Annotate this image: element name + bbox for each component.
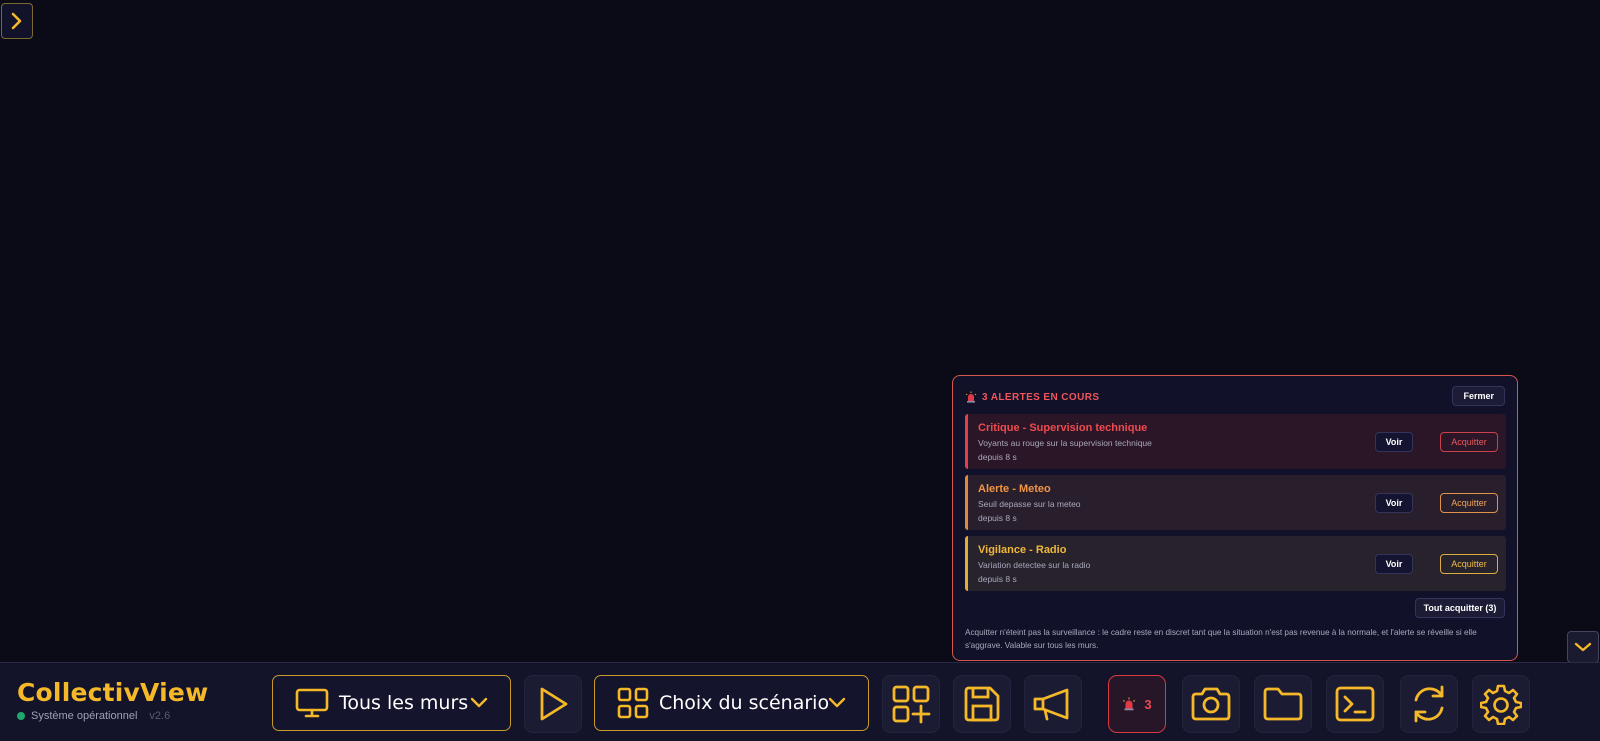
alarms-button[interactable]: 3	[1108, 675, 1166, 733]
view-alert-button[interactable]: Voir	[1375, 432, 1413, 452]
scenario-dropdown[interactable]: Choix du scénario	[594, 675, 869, 731]
play-icon	[540, 687, 568, 721]
alerts-note: Acquitter n'éteint pas la surveillance :…	[965, 628, 1477, 650]
brand: CollectivView Système opérationnel v2.6	[17, 678, 208, 722]
acknowledge-alert-button[interactable]: Acquitter	[1440, 432, 1498, 452]
save-icon	[964, 686, 1000, 722]
save-button[interactable]	[953, 675, 1011, 733]
brand-name: CollectivView	[17, 678, 209, 707]
grid-icon	[617, 687, 649, 719]
monitor-icon	[295, 688, 329, 718]
refresh-icon	[1414, 685, 1444, 723]
terminal-icon	[1335, 686, 1375, 722]
collapse-toolbar-button[interactable]	[1567, 631, 1599, 663]
alarm-count: 3	[1144, 696, 1152, 712]
alert-item-warning: Alerte - Meteo Seuil depasse sur la mete…	[965, 475, 1506, 530]
system-status: Système opérationnel v2.6	[17, 710, 208, 722]
alerts-header: 3 ALERTES EN COURS	[965, 389, 1099, 405]
siren-icon	[965, 391, 977, 403]
status-text: Système opérationnel	[31, 710, 138, 722]
chevron-down-icon	[828, 697, 846, 708]
chevron-down-icon	[1574, 642, 1592, 652]
megaphone-icon	[1033, 688, 1069, 721]
status-dot	[17, 712, 25, 720]
terminal-button[interactable]	[1326, 675, 1384, 733]
walls-dropdown[interactable]: Tous les murs	[272, 675, 511, 731]
alert-description: Voyants au rouge sur la supervision tech…	[978, 438, 1152, 448]
snapshot-button[interactable]	[1182, 675, 1240, 733]
broadcast-button[interactable]	[1024, 675, 1082, 733]
scenario-dropdown-label: Choix du scénario	[659, 692, 830, 714]
alert-description: Seuil depasse sur la meteo	[978, 499, 1081, 509]
alert-time: depuis 8 s	[978, 574, 1017, 584]
chevron-right-icon	[11, 12, 22, 30]
walls-dropdown-label: Tous les murs	[339, 692, 469, 714]
alert-title: Alerte - Meteo	[978, 483, 1051, 495]
add-layout-button[interactable]	[882, 675, 940, 733]
play-button[interactable]	[524, 675, 582, 733]
settings-icon	[1480, 684, 1522, 725]
acknowledge-alert-button[interactable]: Acquitter	[1440, 493, 1498, 513]
acknowledge-alert-button[interactable]: Acquitter	[1440, 554, 1498, 574]
view-alert-button[interactable]: Voir	[1375, 493, 1413, 513]
alert-time: depuis 8 s	[978, 452, 1017, 462]
alert-description: Variation detectee sur la radio	[978, 560, 1091, 570]
add-layout-icon	[892, 685, 931, 724]
close-alerts-button[interactable]: Fermer	[1452, 386, 1505, 406]
chevron-down-icon	[470, 697, 488, 708]
alert-item-vigilance: Vigilance - Radio Variation detectee sur…	[965, 536, 1506, 591]
alerts-panel: 3 ALERTES EN COURS Fermer Critique - Sup…	[952, 375, 1518, 661]
alert-title: Critique - Supervision technique	[978, 422, 1148, 434]
alerts-title: 3 ALERTES EN COURS	[982, 391, 1100, 403]
alert-title: Vigilance - Radio	[978, 544, 1067, 556]
folder-icon	[1263, 687, 1303, 721]
alarm-icon	[1123, 697, 1136, 711]
alert-time: depuis 8 s	[978, 513, 1017, 523]
alert-item-critical: Critique - Supervision technique Voyants…	[965, 414, 1506, 469]
refresh-button[interactable]	[1400, 675, 1458, 733]
bottom-toolbar: CollectivView Système opérationnel v2.6 …	[0, 662, 1600, 741]
open-folder-button[interactable]	[1254, 675, 1312, 733]
camera-icon	[1191, 687, 1231, 721]
acknowledge-all-button[interactable]: Tout acquitter (3)	[1415, 598, 1505, 618]
sidebar-expand-button[interactable]	[1, 3, 33, 39]
view-alert-button[interactable]: Voir	[1375, 554, 1413, 574]
settings-button[interactable]	[1472, 675, 1530, 733]
version-label: v2.6	[149, 710, 171, 722]
